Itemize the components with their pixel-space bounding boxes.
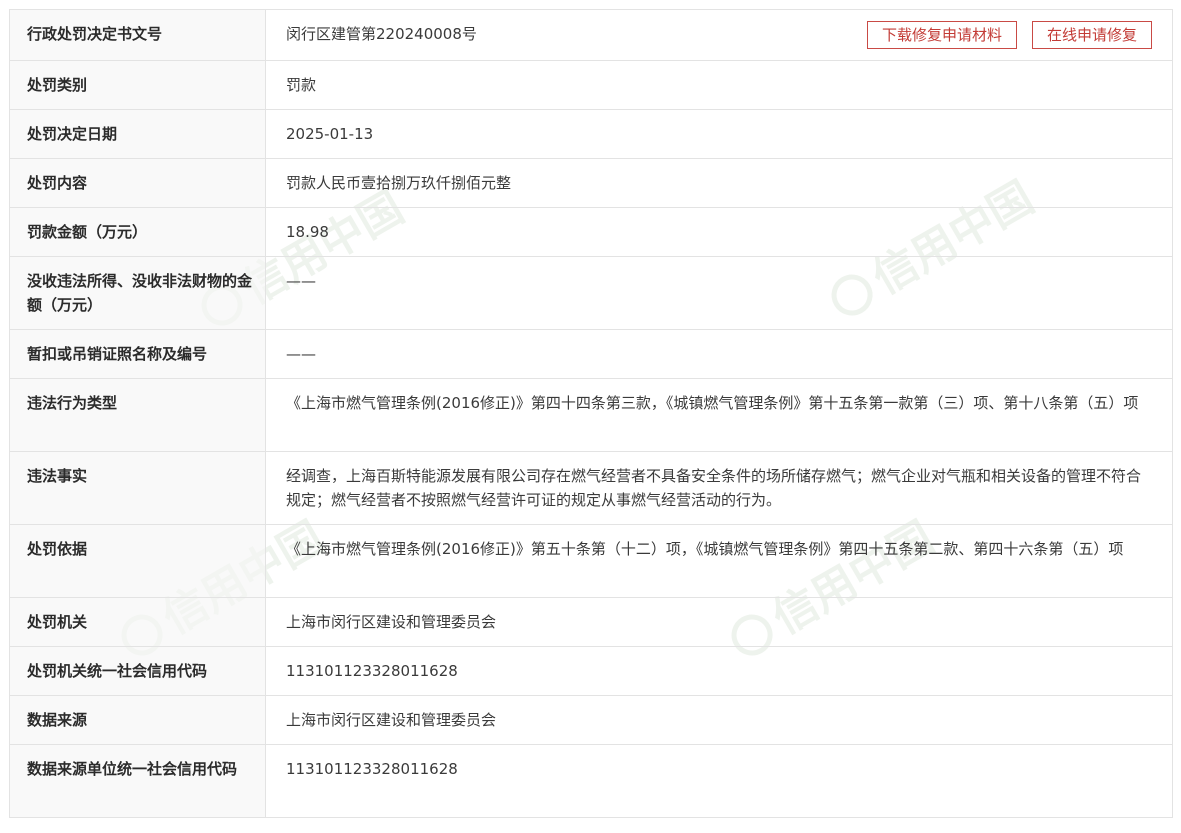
penalty-info-table: 行政处罚决定书文号 闵行区建管第220240008号 下载修复申请材料 在线申请… — [9, 9, 1173, 818]
row-label: 处罚内容 — [9, 158, 266, 208]
table-row: 罚款金额（万元） 18.98 — [9, 207, 1173, 257]
table-row: 处罚内容 罚款人民币壹拾捌万玖仟捌佰元整 — [9, 158, 1173, 208]
row-label: 处罚类别 — [9, 60, 266, 110]
action-buttons: 下载修复申请材料 在线申请修复 — [866, 21, 1152, 49]
row-value-cell: 闵行区建管第220240008号 下载修复申请材料 在线申请修复 — [265, 9, 1173, 61]
row-value: 罚款人民币壹拾捌万玖仟捌佰元整 — [265, 158, 1173, 208]
row-value: —— — [265, 329, 1173, 379]
row-value: 罚款 — [265, 60, 1173, 110]
row-label: 处罚决定日期 — [9, 109, 266, 159]
table-row: 没收违法所得、没收非法财物的金额（万元） —— — [9, 256, 1173, 330]
table-row: 处罚机关 上海市闵行区建设和管理委员会 — [9, 597, 1173, 647]
table-row: 违法事实 经调查，上海百斯特能源发展有限公司存在燃气经营者不具备安全条件的场所储… — [9, 451, 1173, 525]
table-row: 处罚机关统一社会信用代码 113101123328011628 — [9, 646, 1173, 696]
row-label: 罚款金额（万元） — [9, 207, 266, 257]
row-value: 《上海市燃气管理条例(2016修正)》第五十条第（十二）项，《城镇燃气管理条例》… — [265, 524, 1173, 598]
table-row: 暂扣或吊销证照名称及编号 —— — [9, 329, 1173, 379]
row-value: 113101123328011628 — [265, 744, 1173, 818]
row-label: 处罚依据 — [9, 524, 266, 598]
row-value: 113101123328011628 — [265, 646, 1173, 696]
table-row: 处罚类别 罚款 — [9, 60, 1173, 110]
row-label: 违法事实 — [9, 451, 266, 525]
row-label: 处罚机关统一社会信用代码 — [9, 646, 266, 696]
row-label: 数据来源 — [9, 695, 266, 745]
row-value: 2025-01-13 — [265, 109, 1173, 159]
row-label: 没收违法所得、没收非法财物的金额（万元） — [9, 256, 266, 330]
row-value: 闵行区建管第220240008号 — [286, 25, 477, 43]
table-row: 处罚依据 《上海市燃气管理条例(2016修正)》第五十条第（十二）项，《城镇燃气… — [9, 524, 1173, 598]
online-repair-button[interactable]: 在线申请修复 — [1031, 21, 1152, 49]
download-repair-materials-button[interactable]: 下载修复申请材料 — [866, 21, 1017, 49]
row-label: 处罚机关 — [9, 597, 266, 647]
table-row: 处罚决定日期 2025-01-13 — [9, 109, 1173, 159]
row-label: 行政处罚决定书文号 — [9, 9, 266, 61]
row-value: 《上海市燃气管理条例(2016修正)》第四十四条第三款，《城镇燃气管理条例》第十… — [265, 378, 1173, 452]
row-value: 18.98 — [265, 207, 1173, 257]
table-row: 违法行为类型 《上海市燃气管理条例(2016修正)》第四十四条第三款，《城镇燃气… — [9, 378, 1173, 452]
table-row: 数据来源 上海市闵行区建设和管理委员会 — [9, 695, 1173, 745]
row-label: 数据来源单位统一社会信用代码 — [9, 744, 266, 818]
row-label: 违法行为类型 — [9, 378, 266, 452]
row-value: 上海市闵行区建设和管理委员会 — [265, 597, 1173, 647]
table-row: 数据来源单位统一社会信用代码 113101123328011628 — [9, 744, 1173, 818]
row-value: 经调查，上海百斯特能源发展有限公司存在燃气经营者不具备安全条件的场所储存燃气；燃… — [265, 451, 1173, 525]
row-label: 暂扣或吊销证照名称及编号 — [9, 329, 266, 379]
row-value: —— — [265, 256, 1173, 330]
table-row: 行政处罚决定书文号 闵行区建管第220240008号 下载修复申请材料 在线申请… — [9, 9, 1173, 61]
row-value: 上海市闵行区建设和管理委员会 — [265, 695, 1173, 745]
